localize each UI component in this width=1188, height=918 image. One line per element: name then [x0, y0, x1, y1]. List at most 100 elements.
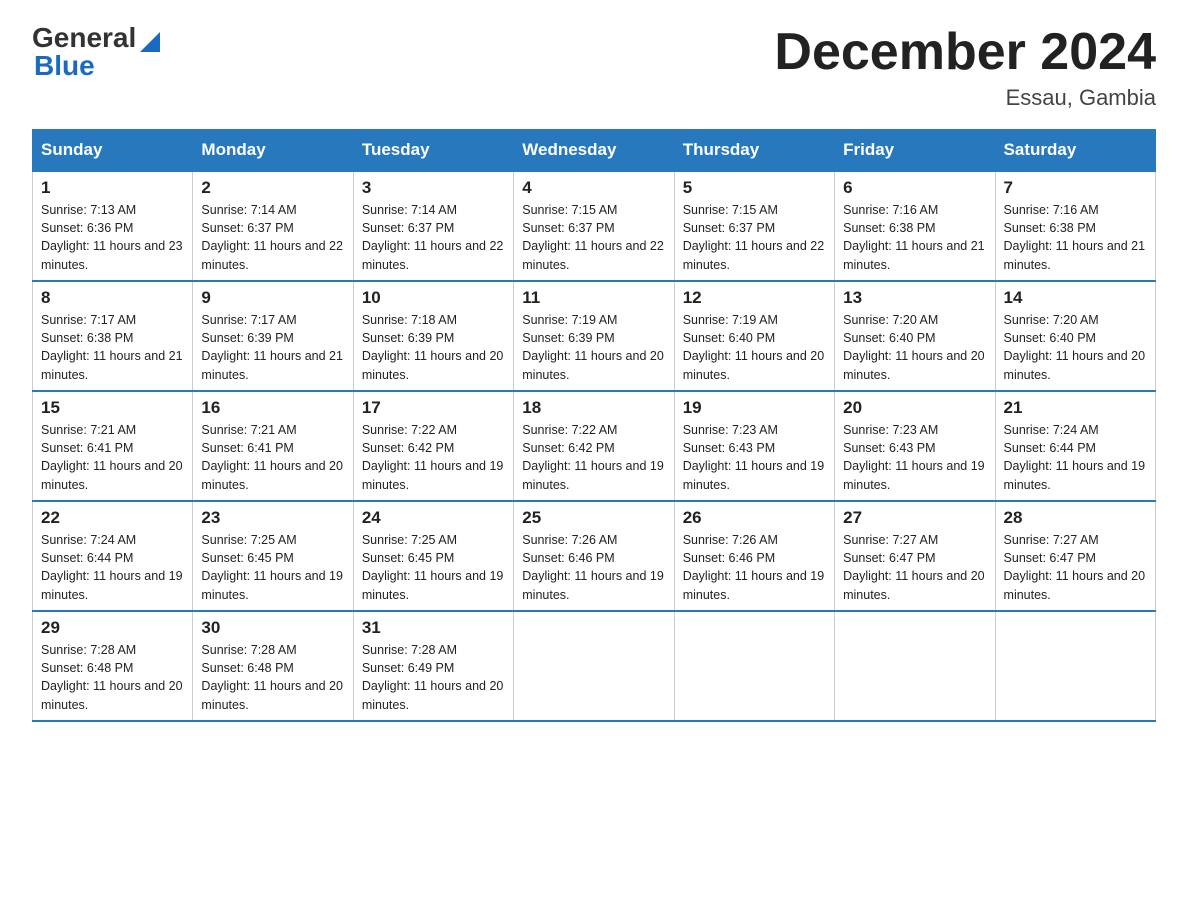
- day-number: 19: [683, 398, 826, 418]
- day-info: Sunrise: 7:16 AMSunset: 6:38 PMDaylight:…: [1004, 203, 1146, 271]
- table-row: 14 Sunrise: 7:20 AMSunset: 6:40 PMDaylig…: [995, 281, 1155, 391]
- table-row: 24 Sunrise: 7:25 AMSunset: 6:45 PMDaylig…: [353, 501, 513, 611]
- table-row: 25 Sunrise: 7:26 AMSunset: 6:46 PMDaylig…: [514, 501, 674, 611]
- day-info: Sunrise: 7:23 AMSunset: 6:43 PMDaylight:…: [683, 423, 825, 491]
- calendar-week-row: 1 Sunrise: 7:13 AMSunset: 6:36 PMDayligh…: [33, 171, 1156, 281]
- day-number: 27: [843, 508, 986, 528]
- day-info: Sunrise: 7:22 AMSunset: 6:42 PMDaylight:…: [362, 423, 504, 491]
- location-subtitle: Essau, Gambia: [774, 85, 1156, 111]
- day-number: 20: [843, 398, 986, 418]
- month-title: December 2024: [774, 24, 1156, 81]
- table-row: [835, 611, 995, 721]
- table-row: 11 Sunrise: 7:19 AMSunset: 6:39 PMDaylig…: [514, 281, 674, 391]
- day-info: Sunrise: 7:14 AMSunset: 6:37 PMDaylight:…: [201, 203, 343, 271]
- day-number: 13: [843, 288, 986, 308]
- table-row: 19 Sunrise: 7:23 AMSunset: 6:43 PMDaylig…: [674, 391, 834, 501]
- day-info: Sunrise: 7:20 AMSunset: 6:40 PMDaylight:…: [843, 313, 985, 381]
- table-row: 29 Sunrise: 7:28 AMSunset: 6:48 PMDaylig…: [33, 611, 193, 721]
- day-number: 18: [522, 398, 665, 418]
- table-row: 26 Sunrise: 7:26 AMSunset: 6:46 PMDaylig…: [674, 501, 834, 611]
- table-row: 9 Sunrise: 7:17 AMSunset: 6:39 PMDayligh…: [193, 281, 353, 391]
- day-number: 25: [522, 508, 665, 528]
- header-monday: Monday: [193, 130, 353, 172]
- day-number: 6: [843, 178, 986, 198]
- table-row: 16 Sunrise: 7:21 AMSunset: 6:41 PMDaylig…: [193, 391, 353, 501]
- table-row: 7 Sunrise: 7:16 AMSunset: 6:38 PMDayligh…: [995, 171, 1155, 281]
- table-row: 15 Sunrise: 7:21 AMSunset: 6:41 PMDaylig…: [33, 391, 193, 501]
- day-info: Sunrise: 7:26 AMSunset: 6:46 PMDaylight:…: [522, 533, 664, 601]
- logo-general-text: General: [32, 24, 136, 52]
- day-number: 12: [683, 288, 826, 308]
- header-saturday: Saturday: [995, 130, 1155, 172]
- day-info: Sunrise: 7:19 AMSunset: 6:40 PMDaylight:…: [683, 313, 825, 381]
- table-row: 4 Sunrise: 7:15 AMSunset: 6:37 PMDayligh…: [514, 171, 674, 281]
- day-number: 7: [1004, 178, 1147, 198]
- logo-blue-text: Blue: [34, 52, 95, 80]
- day-number: 10: [362, 288, 505, 308]
- day-info: Sunrise: 7:21 AMSunset: 6:41 PMDaylight:…: [201, 423, 343, 491]
- table-row: [674, 611, 834, 721]
- day-info: Sunrise: 7:14 AMSunset: 6:37 PMDaylight:…: [362, 203, 504, 271]
- day-number: 1: [41, 178, 184, 198]
- day-number: 17: [362, 398, 505, 418]
- day-info: Sunrise: 7:15 AMSunset: 6:37 PMDaylight:…: [683, 203, 825, 271]
- logo-triangle-icon: [140, 32, 160, 52]
- table-row: 30 Sunrise: 7:28 AMSunset: 6:48 PMDaylig…: [193, 611, 353, 721]
- day-number: 8: [41, 288, 184, 308]
- calendar-table: Sunday Monday Tuesday Wednesday Thursday…: [32, 129, 1156, 722]
- day-number: 28: [1004, 508, 1147, 528]
- day-number: 22: [41, 508, 184, 528]
- calendar-header-row: Sunday Monday Tuesday Wednesday Thursday…: [33, 130, 1156, 172]
- day-info: Sunrise: 7:13 AMSunset: 6:36 PMDaylight:…: [41, 203, 183, 271]
- table-row: 27 Sunrise: 7:27 AMSunset: 6:47 PMDaylig…: [835, 501, 995, 611]
- day-info: Sunrise: 7:17 AMSunset: 6:38 PMDaylight:…: [41, 313, 183, 381]
- day-number: 21: [1004, 398, 1147, 418]
- day-number: 3: [362, 178, 505, 198]
- table-row: 1 Sunrise: 7:13 AMSunset: 6:36 PMDayligh…: [33, 171, 193, 281]
- table-row: 3 Sunrise: 7:14 AMSunset: 6:37 PMDayligh…: [353, 171, 513, 281]
- header-sunday: Sunday: [33, 130, 193, 172]
- day-info: Sunrise: 7:22 AMSunset: 6:42 PMDaylight:…: [522, 423, 664, 491]
- header-friday: Friday: [835, 130, 995, 172]
- day-info: Sunrise: 7:28 AMSunset: 6:49 PMDaylight:…: [362, 643, 504, 711]
- day-info: Sunrise: 7:16 AMSunset: 6:38 PMDaylight:…: [843, 203, 985, 271]
- logo: General Blue: [32, 24, 160, 80]
- day-number: 31: [362, 618, 505, 638]
- day-number: 9: [201, 288, 344, 308]
- day-info: Sunrise: 7:21 AMSunset: 6:41 PMDaylight:…: [41, 423, 183, 491]
- day-info: Sunrise: 7:23 AMSunset: 6:43 PMDaylight:…: [843, 423, 985, 491]
- day-info: Sunrise: 7:28 AMSunset: 6:48 PMDaylight:…: [41, 643, 183, 711]
- day-info: Sunrise: 7:15 AMSunset: 6:37 PMDaylight:…: [522, 203, 664, 271]
- day-number: 24: [362, 508, 505, 528]
- day-number: 30: [201, 618, 344, 638]
- day-info: Sunrise: 7:28 AMSunset: 6:48 PMDaylight:…: [201, 643, 343, 711]
- table-row: [995, 611, 1155, 721]
- day-info: Sunrise: 7:20 AMSunset: 6:40 PMDaylight:…: [1004, 313, 1146, 381]
- header-tuesday: Tuesday: [353, 130, 513, 172]
- day-info: Sunrise: 7:24 AMSunset: 6:44 PMDaylight:…: [41, 533, 183, 601]
- table-row: 6 Sunrise: 7:16 AMSunset: 6:38 PMDayligh…: [835, 171, 995, 281]
- table-row: 13 Sunrise: 7:20 AMSunset: 6:40 PMDaylig…: [835, 281, 995, 391]
- table-row: 28 Sunrise: 7:27 AMSunset: 6:47 PMDaylig…: [995, 501, 1155, 611]
- table-row: 10 Sunrise: 7:18 AMSunset: 6:39 PMDaylig…: [353, 281, 513, 391]
- day-info: Sunrise: 7:17 AMSunset: 6:39 PMDaylight:…: [201, 313, 343, 381]
- table-row: 31 Sunrise: 7:28 AMSunset: 6:49 PMDaylig…: [353, 611, 513, 721]
- table-row: [514, 611, 674, 721]
- table-row: 8 Sunrise: 7:17 AMSunset: 6:38 PMDayligh…: [33, 281, 193, 391]
- table-row: 17 Sunrise: 7:22 AMSunset: 6:42 PMDaylig…: [353, 391, 513, 501]
- calendar-week-row: 8 Sunrise: 7:17 AMSunset: 6:38 PMDayligh…: [33, 281, 1156, 391]
- table-row: 23 Sunrise: 7:25 AMSunset: 6:45 PMDaylig…: [193, 501, 353, 611]
- day-info: Sunrise: 7:24 AMSunset: 6:44 PMDaylight:…: [1004, 423, 1146, 491]
- day-number: 2: [201, 178, 344, 198]
- day-info: Sunrise: 7:27 AMSunset: 6:47 PMDaylight:…: [843, 533, 985, 601]
- table-row: 2 Sunrise: 7:14 AMSunset: 6:37 PMDayligh…: [193, 171, 353, 281]
- day-number: 26: [683, 508, 826, 528]
- table-row: 5 Sunrise: 7:15 AMSunset: 6:37 PMDayligh…: [674, 171, 834, 281]
- table-row: 20 Sunrise: 7:23 AMSunset: 6:43 PMDaylig…: [835, 391, 995, 501]
- header-thursday: Thursday: [674, 130, 834, 172]
- table-row: 18 Sunrise: 7:22 AMSunset: 6:42 PMDaylig…: [514, 391, 674, 501]
- day-number: 11: [522, 288, 665, 308]
- day-number: 15: [41, 398, 184, 418]
- calendar-week-row: 22 Sunrise: 7:24 AMSunset: 6:44 PMDaylig…: [33, 501, 1156, 611]
- day-info: Sunrise: 7:25 AMSunset: 6:45 PMDaylight:…: [362, 533, 504, 601]
